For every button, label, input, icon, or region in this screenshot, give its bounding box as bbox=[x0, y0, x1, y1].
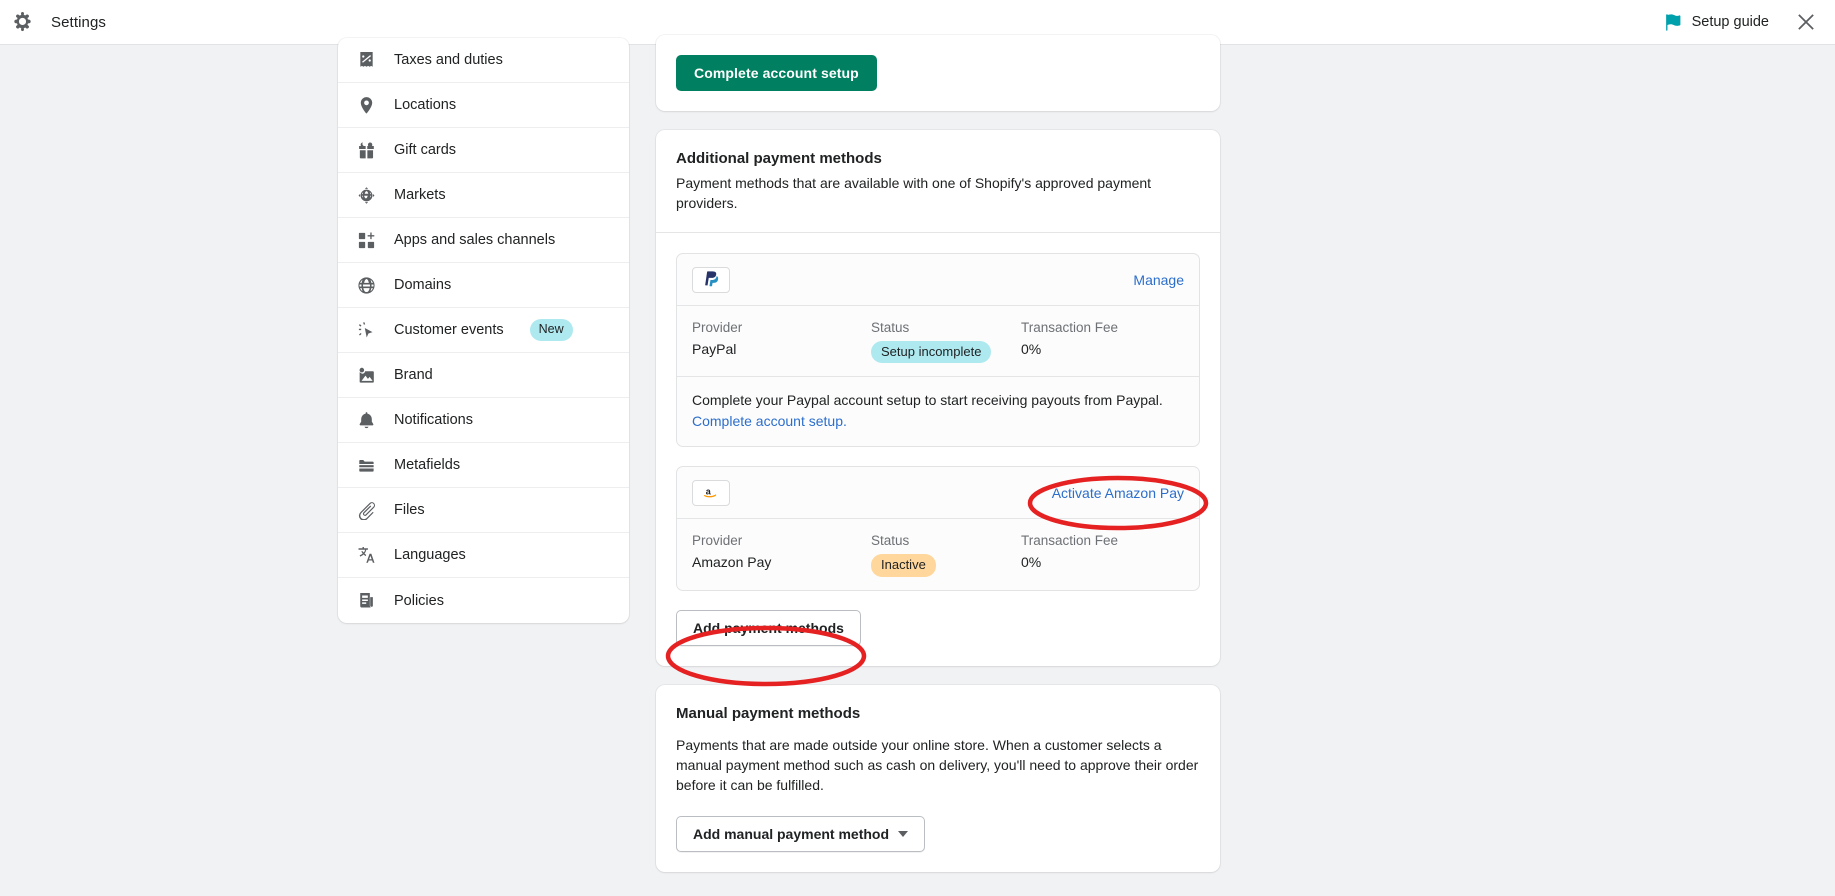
provider-header: a Activate Amazon Pay bbox=[677, 467, 1199, 519]
provider-column-header: Provider bbox=[692, 320, 871, 335]
sidebar-item-label: Metafields bbox=[394, 457, 460, 473]
image-icon bbox=[356, 365, 377, 386]
sidebar-item-label: Locations bbox=[394, 97, 456, 113]
location-pin-icon bbox=[356, 95, 377, 116]
gear-icon[interactable] bbox=[12, 12, 33, 33]
settings-main-column: Complete account setup Additional paymen… bbox=[656, 45, 1220, 891]
complete-account-setup-button[interactable]: Complete account setup bbox=[676, 55, 877, 91]
setup-guide-button[interactable]: Setup guide bbox=[1665, 14, 1769, 31]
status-badge: Inactive bbox=[871, 554, 936, 577]
additional-card-header: Additional payment methods Payment metho… bbox=[656, 130, 1220, 233]
status-badge: Setup incomplete bbox=[871, 341, 991, 364]
complete-account-setup-link[interactable]: Complete account setup. bbox=[692, 413, 847, 429]
provider-footer-text: Complete your Paypal account setup to st… bbox=[692, 392, 1163, 408]
provider-column: Provider Amazon Pay bbox=[692, 533, 871, 577]
sidebar-item-policies[interactable]: Policies bbox=[338, 578, 629, 623]
close-icon[interactable] bbox=[1795, 11, 1817, 33]
add-payment-methods-button[interactable]: Add payment methods bbox=[676, 610, 861, 646]
receipt-percent-icon bbox=[356, 50, 377, 71]
provider-row-paypal: Manage Provider PayPal Status Setup inco… bbox=[676, 253, 1200, 448]
manual-payment-methods-card: Manual payment methods Payments that are… bbox=[656, 685, 1220, 872]
status-column: Status Setup incomplete bbox=[871, 320, 1021, 364]
additional-payment-methods-card: Additional payment methods Payment metho… bbox=[656, 130, 1220, 666]
amazon-logo-icon: a bbox=[692, 480, 730, 506]
chevron-down-icon bbox=[898, 831, 908, 837]
status-column: Status Inactive bbox=[871, 533, 1021, 577]
activate-amazon-pay-link[interactable]: Activate Amazon Pay bbox=[1052, 485, 1184, 501]
top-bar-left: Settings bbox=[0, 12, 106, 33]
account-setup-card: Complete account setup bbox=[656, 35, 1220, 111]
additional-card-body: Manage Provider PayPal Status Setup inco… bbox=[656, 233, 1220, 666]
sidebar-item-brand[interactable]: Brand bbox=[338, 353, 629, 398]
settings-sidebar-nav: Taxes and duties Locations Gift cards Ma… bbox=[338, 38, 629, 623]
status-column-header: Status bbox=[871, 533, 1021, 548]
svg-text:a: a bbox=[706, 487, 712, 497]
flag-icon bbox=[1665, 14, 1682, 31]
add-payment-methods-label: Add payment methods bbox=[693, 620, 844, 636]
additional-card-subtitle: Payment methods that are available with … bbox=[676, 174, 1200, 214]
provider-details-grid: Provider Amazon Pay Status Inactive Tran… bbox=[677, 519, 1199, 590]
provider-column-header: Provider bbox=[692, 533, 871, 548]
sidebar-item-domains[interactable]: Domains bbox=[338, 263, 629, 308]
cursor-click-icon bbox=[356, 320, 377, 341]
fee-column: Transaction Fee 0% bbox=[1021, 533, 1184, 577]
sidebar-item-metafields[interactable]: Metafields bbox=[338, 443, 629, 488]
metafields-icon bbox=[356, 455, 377, 476]
page-body: Taxes and duties Locations Gift cards Ma… bbox=[0, 45, 1835, 896]
sidebar-item-apps-and-sales-channels[interactable]: Apps and sales channels bbox=[338, 218, 629, 263]
translate-icon bbox=[356, 545, 377, 566]
provider-footer-note: Complete your Paypal account setup to st… bbox=[677, 376, 1199, 446]
sidebar-item-taxes-and-duties[interactable]: Taxes and duties bbox=[338, 38, 629, 83]
sidebar-item-label: Files bbox=[394, 502, 425, 518]
sidebar-item-gift-cards[interactable]: Gift cards bbox=[338, 128, 629, 173]
sidebar-item-label: Markets bbox=[394, 187, 446, 203]
add-manual-payment-method-label: Add manual payment method bbox=[693, 826, 889, 842]
sidebar-item-label: Notifications bbox=[394, 412, 473, 428]
status-column-header: Status bbox=[871, 320, 1021, 335]
page-title: Settings bbox=[51, 14, 106, 31]
fee-column: Transaction Fee 0% bbox=[1021, 320, 1184, 364]
provider-header: Manage bbox=[677, 254, 1199, 306]
paperclip-icon bbox=[356, 500, 377, 521]
sidebar-item-label: Policies bbox=[394, 593, 444, 609]
sidebar-item-label: Gift cards bbox=[394, 142, 456, 158]
provider-name: Amazon Pay bbox=[692, 554, 871, 570]
sidebar-item-files[interactable]: Files bbox=[338, 488, 629, 533]
sidebar-item-locations[interactable]: Locations bbox=[338, 83, 629, 128]
add-manual-payment-method-button[interactable]: Add manual payment method bbox=[676, 816, 925, 852]
sidebar-item-label: Brand bbox=[394, 367, 433, 383]
additional-card-title: Additional payment methods bbox=[676, 150, 1200, 167]
status-badge: New bbox=[530, 319, 573, 341]
fee-column-header: Transaction Fee bbox=[1021, 533, 1184, 548]
manual-card-description: Payments that are made outside your onli… bbox=[676, 736, 1200, 796]
gift-icon bbox=[356, 140, 377, 161]
sidebar-item-label: Customer events bbox=[394, 322, 504, 338]
sidebar-item-markets[interactable]: Markets bbox=[338, 173, 629, 218]
fee-value: 0% bbox=[1021, 554, 1184, 570]
scroll-document-icon bbox=[356, 590, 377, 611]
sidebar-item-label: Domains bbox=[394, 277, 451, 293]
sidebar-item-label: Taxes and duties bbox=[394, 52, 503, 68]
sidebar-item-languages[interactable]: Languages bbox=[338, 533, 629, 578]
sidebar-item-label: Apps and sales channels bbox=[394, 232, 555, 248]
bell-icon bbox=[356, 410, 377, 431]
provider-row-amazon-pay: a Activate Amazon Pay Provider Amazon Pa… bbox=[676, 466, 1200, 591]
manage-link[interactable]: Manage bbox=[1133, 272, 1184, 288]
apps-plus-icon bbox=[356, 230, 377, 251]
fee-column-header: Transaction Fee bbox=[1021, 320, 1184, 335]
sidebar-item-notifications[interactable]: Notifications bbox=[338, 398, 629, 443]
provider-column: Provider PayPal bbox=[692, 320, 871, 364]
sidebar-item-label: Languages bbox=[394, 547, 466, 563]
provider-name: PayPal bbox=[692, 341, 871, 357]
paypal-logo-icon bbox=[692, 267, 730, 293]
sidebar-item-customer-events[interactable]: Customer events New bbox=[338, 308, 629, 353]
globe-icon bbox=[356, 275, 377, 296]
top-bar-right: Setup guide bbox=[1665, 11, 1835, 33]
setup-guide-label: Setup guide bbox=[1692, 14, 1769, 30]
globe-target-icon bbox=[356, 185, 377, 206]
fee-value: 0% bbox=[1021, 341, 1184, 357]
provider-details-grid: Provider PayPal Status Setup incomplete … bbox=[677, 306, 1199, 377]
manual-card-title: Manual payment methods bbox=[676, 705, 1200, 722]
